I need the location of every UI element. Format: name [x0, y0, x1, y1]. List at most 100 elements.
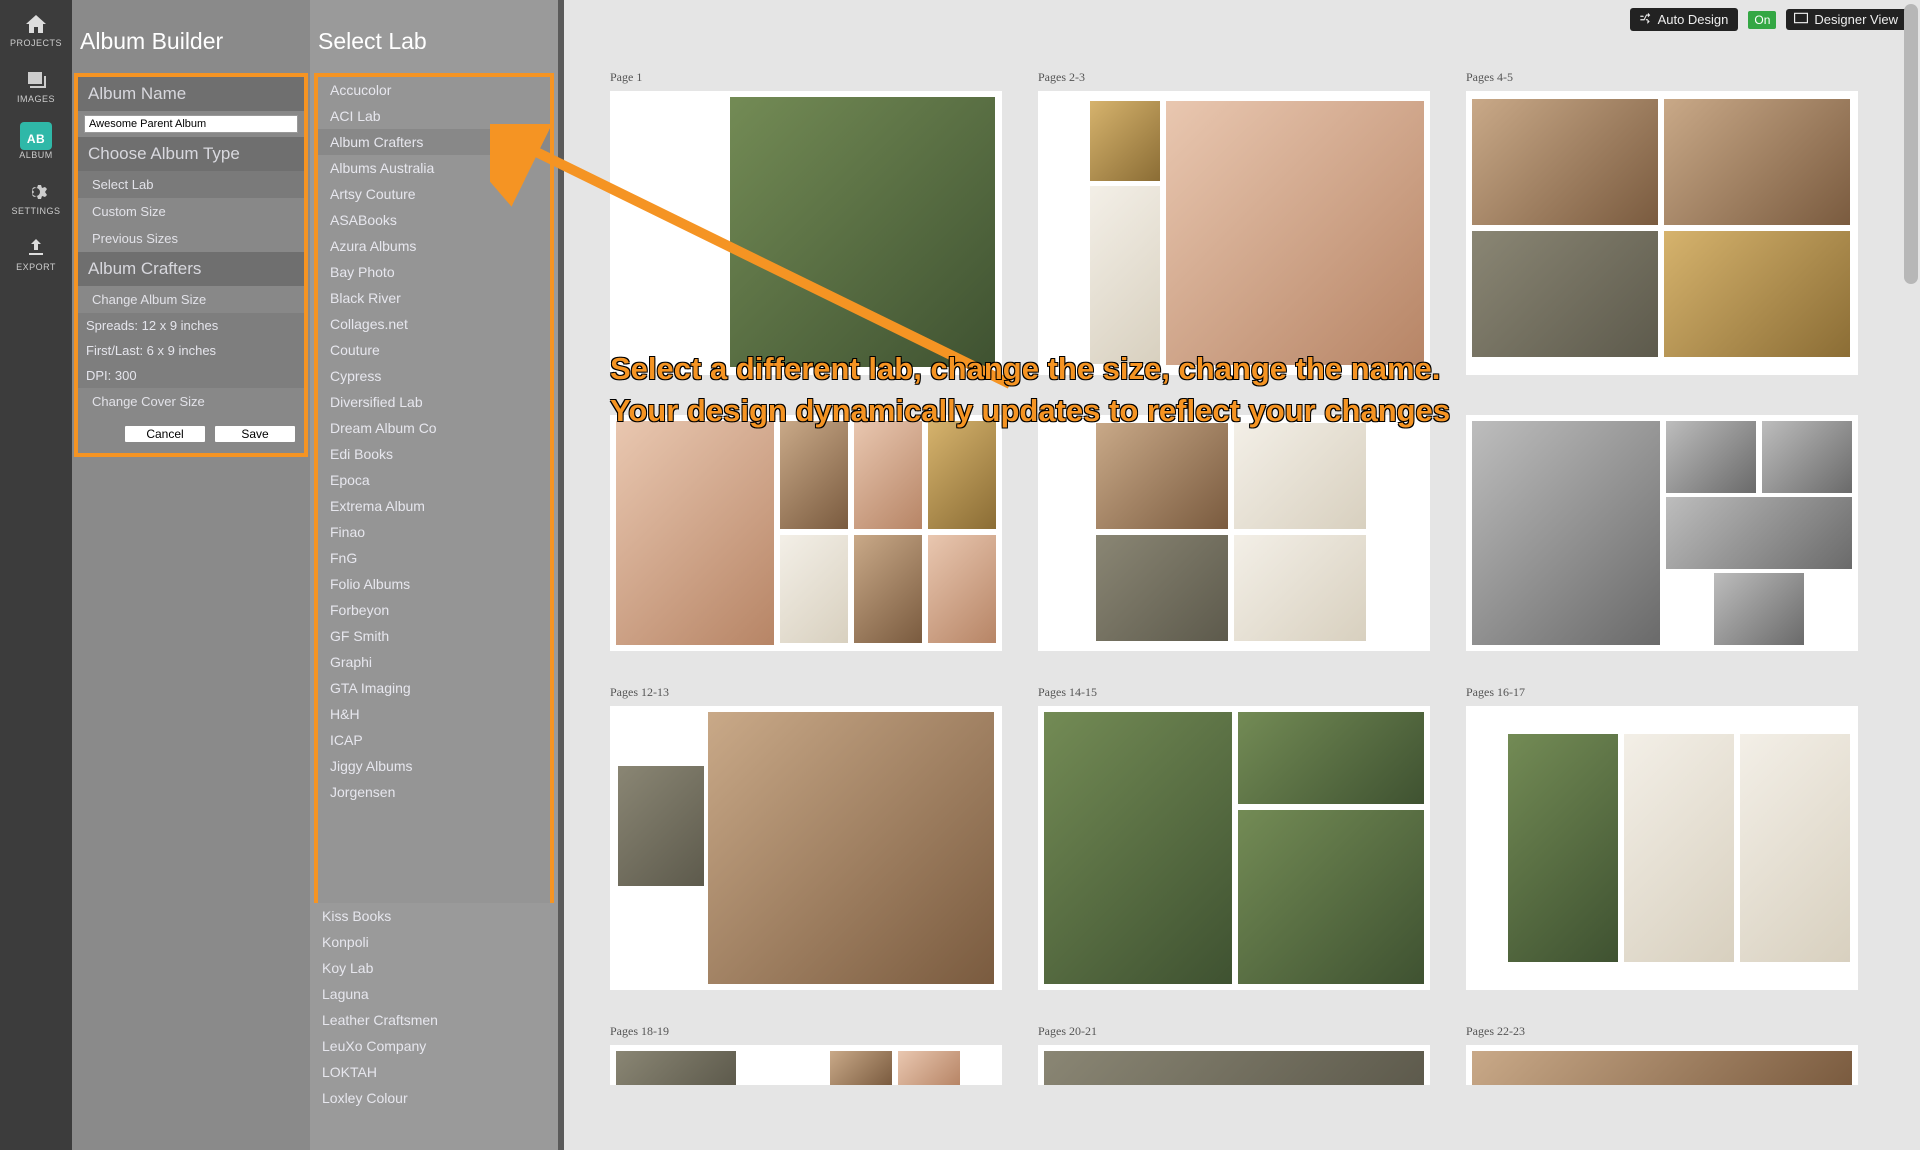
nav-projects[interactable]: PROJECTS: [0, 0, 72, 56]
nav-label: SETTINGS: [11, 206, 60, 216]
nav-label: IMAGES: [17, 94, 55, 104]
page-paper: [1466, 1045, 1858, 1085]
lab-option[interactable]: Black River: [318, 285, 550, 311]
lab-option[interactable]: LeuXo Company: [310, 1033, 558, 1059]
lab-option[interactable]: Laguna: [310, 981, 558, 1007]
lab-option[interactable]: Forbeyon: [318, 597, 550, 623]
lab-option[interactable]: Konpoli: [310, 929, 558, 955]
type-option-custom-size[interactable]: Custom Size: [78, 198, 304, 225]
photo-placeholder: [1096, 423, 1228, 529]
lab-option[interactable]: GF Smith: [318, 623, 550, 649]
spread-label: Page 1: [610, 70, 1002, 85]
spread[interactable]: [1038, 409, 1430, 651]
type-option-previous-sizes[interactable]: Previous Sizes: [78, 225, 304, 252]
spread[interactable]: Pages 14-15: [1038, 685, 1430, 990]
lab-option[interactable]: ASABooks: [318, 207, 550, 233]
photo-placeholder: [1238, 810, 1424, 984]
lab-option[interactable]: ICAP: [318, 727, 550, 753]
lab-option[interactable]: Artsy Couture: [318, 181, 550, 207]
type-option-select-lab[interactable]: Select Lab: [78, 171, 304, 198]
page-paper: [1038, 706, 1430, 990]
photo-placeholder: [1096, 535, 1228, 641]
spread[interactable]: [610, 409, 1002, 651]
scrollbar[interactable]: [1904, 4, 1918, 284]
album-name-input[interactable]: [84, 115, 298, 133]
lab-option[interactable]: FnG: [318, 545, 550, 571]
page-paper: [610, 1045, 1002, 1085]
images-icon: [20, 66, 52, 94]
nav-album[interactable]: AB ALBUM: [0, 112, 72, 168]
lab-option[interactable]: Jorgensen: [318, 779, 550, 805]
change-cover-size[interactable]: Change Cover Size: [78, 388, 304, 415]
nav-images[interactable]: IMAGES: [0, 56, 72, 112]
lab-option[interactable]: Collages.net: [318, 311, 550, 337]
photo-placeholder: [708, 712, 994, 984]
spread[interactable]: [1466, 409, 1858, 651]
lab-option[interactable]: Extrema Album: [318, 493, 550, 519]
spread[interactable]: Pages 16-17: [1466, 685, 1858, 990]
lab-option[interactable]: Epoca: [318, 467, 550, 493]
choose-type-label: Choose Album Type: [78, 137, 304, 171]
photo-placeholder: [1762, 421, 1852, 493]
lab-list-overflow[interactable]: Kiss BooksKonpoliKoy LabLagunaLeather Cr…: [310, 903, 558, 1111]
lab-option[interactable]: Folio Albums: [318, 571, 550, 597]
cancel-button[interactable]: Cancel: [124, 425, 206, 443]
lab-option[interactable]: Dream Album Co: [318, 415, 550, 441]
photo-placeholder: [928, 535, 996, 643]
lab-option[interactable]: Jiggy Albums: [318, 753, 550, 779]
lab-option[interactable]: H&H: [318, 701, 550, 727]
panel-title: Select Lab: [310, 0, 558, 73]
nav-export[interactable]: EXPORT: [0, 224, 72, 280]
lab-option[interactable]: Diversified Lab: [318, 389, 550, 415]
page-paper: [1466, 91, 1858, 375]
lab-list[interactable]: AccucolorACI LabAlbum CraftersAlbums Aus…: [318, 77, 550, 805]
lab-option[interactable]: Loxley Colour: [310, 1085, 558, 1111]
lab-option[interactable]: Album Crafters: [318, 129, 550, 155]
album-name-label: Album Name: [78, 77, 304, 111]
spread-label: Pages 16-17: [1466, 685, 1858, 700]
page-paper: [1038, 91, 1430, 375]
photo-placeholder: [1090, 186, 1160, 364]
spread[interactable]: Pages 20-21: [1038, 1024, 1430, 1085]
album-canvas[interactable]: Page 1 Pages 2-3 Pages 4-5: [570, 0, 1920, 1150]
lab-option[interactable]: Bay Photo: [318, 259, 550, 285]
spread[interactable]: Pages 2-3: [1038, 70, 1430, 375]
spread[interactable]: Pages 4-5: [1466, 70, 1858, 375]
lab-option[interactable]: ACI Lab: [318, 103, 550, 129]
lab-option[interactable]: Cypress: [318, 363, 550, 389]
lab-option[interactable]: Kiss Books: [310, 903, 558, 929]
save-button[interactable]: Save: [214, 425, 296, 443]
photo-placeholder: [780, 421, 848, 529]
lab-option[interactable]: Koy Lab: [310, 955, 558, 981]
spread[interactable]: Pages 12-13: [610, 685, 1002, 990]
photo-placeholder: [616, 1051, 736, 1085]
spread-label: Pages 22-23: [1466, 1024, 1858, 1039]
lab-option[interactable]: Finao: [318, 519, 550, 545]
info-spreads: Spreads: 12 x 9 inches: [78, 313, 304, 338]
photo-placeholder: [1472, 231, 1658, 357]
spread[interactable]: Pages 22-23: [1466, 1024, 1858, 1085]
lab-option[interactable]: Graphi: [318, 649, 550, 675]
export-icon: [20, 234, 52, 262]
lab-option[interactable]: Azura Albums: [318, 233, 550, 259]
lab-option[interactable]: LOKTAH: [310, 1059, 558, 1085]
spread[interactable]: Pages 18-19: [610, 1024, 1002, 1085]
page-paper: [1466, 415, 1858, 651]
lab-option[interactable]: Leather Craftsmen: [310, 1007, 558, 1033]
photo-placeholder: [1472, 1051, 1852, 1085]
album-builder-panel: Album Builder Album Name Choose Album Ty…: [72, 0, 310, 1150]
select-lab-panel: Select Lab AccucolorACI LabAlbum Crafter…: [310, 0, 564, 1150]
photo-placeholder: [1508, 734, 1618, 962]
change-album-size[interactable]: Change Album Size: [78, 286, 304, 313]
lab-option[interactable]: Edi Books: [318, 441, 550, 467]
lab-option[interactable]: Accucolor: [318, 77, 550, 103]
nav-settings[interactable]: SETTINGS: [0, 168, 72, 224]
spread-label: Pages 18-19: [610, 1024, 1002, 1039]
home-icon: [20, 10, 52, 38]
lab-option[interactable]: GTA Imaging: [318, 675, 550, 701]
lab-option[interactable]: Albums Australia: [318, 155, 550, 181]
page-paper: [1038, 415, 1430, 651]
photo-placeholder: [1740, 734, 1850, 962]
lab-option[interactable]: Couture: [318, 337, 550, 363]
spread[interactable]: Page 1: [610, 70, 1002, 375]
